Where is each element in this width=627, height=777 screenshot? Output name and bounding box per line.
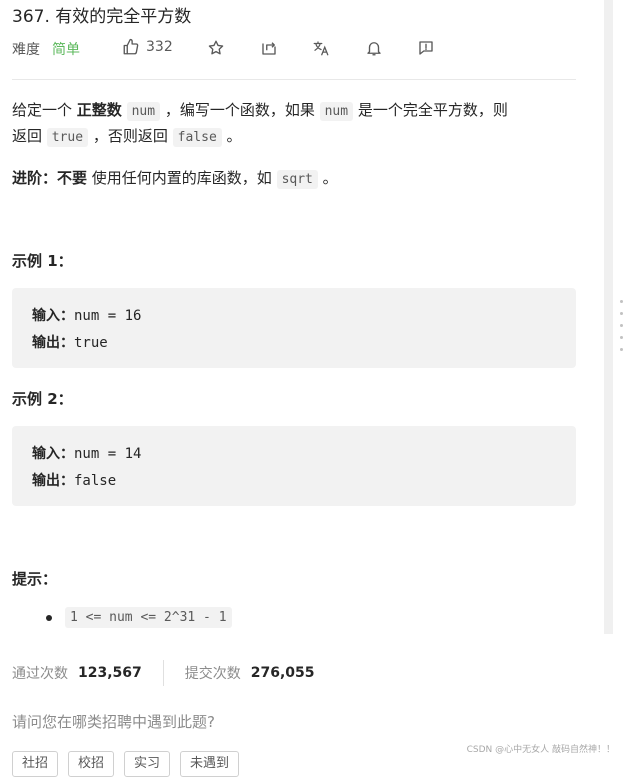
description-bold: 正整数 (76, 101, 122, 119)
scroll-handle-dots[interactable] (620, 300, 624, 360)
description-text: 。 (221, 127, 242, 145)
example-1-box: 输入：num = 16 输出：true (12, 288, 576, 368)
input-label: 输入： (32, 308, 74, 324)
thumbs-up-icon (122, 38, 140, 56)
watermark: CSDN @心中无女人 敲码自然神！！ (466, 745, 615, 755)
hint-code: 1 <= num <= 2^31 - 1 (65, 607, 232, 628)
advanced-strong: 不要 (57, 169, 88, 187)
example-1-heading: 示例 1： (12, 252, 73, 270)
description-text: 。 (317, 169, 338, 187)
difficulty-label: 难度 (12, 42, 40, 58)
output-label: 输出： (32, 473, 74, 489)
inline-code: num (319, 102, 354, 121)
divider (12, 79, 576, 80)
submitted-value: 276,055 (250, 665, 315, 681)
advanced-label: 进阶： (12, 169, 58, 187)
submission-stats: 通过次数 123,567 提交次数 276,055 (12, 660, 315, 686)
input-label: 输入： (32, 446, 74, 462)
problem-title: 367. 有效的完全平方数 (12, 7, 192, 27)
inline-code: true (46, 128, 89, 147)
advanced-note: 进阶：不要 使用任何内置的库函数，如 sqrt 。 (12, 165, 338, 193)
tag-social-recruit[interactable]: 社招 (12, 751, 59, 777)
description-text: 给定一个 (12, 101, 77, 119)
bullet-icon (46, 614, 52, 621)
input-value: num = 14 (74, 446, 142, 462)
difficulty-value: 简单 (52, 42, 80, 58)
inline-code: num (126, 102, 161, 121)
output-value: false (74, 473, 117, 489)
description-text: ，否则返回 (88, 127, 173, 145)
difficulty: 难度 简单 (12, 38, 80, 60)
stats-divider (162, 660, 164, 686)
inline-code: sqrt (276, 170, 318, 189)
example-2-box: 输入：num = 14 输出：false (12, 426, 576, 506)
star-icon[interactable] (206, 38, 226, 58)
like-button[interactable]: 332 (122, 38, 173, 56)
example-input: 输入：num = 14 (32, 443, 141, 463)
example-input: 输入：num = 16 (32, 305, 141, 325)
share-icon[interactable] (259, 38, 279, 58)
example-2-heading: 示例 2： (12, 390, 73, 408)
input-value: num = 16 (74, 308, 142, 324)
example-output: 输出：true (32, 332, 108, 352)
tag-internship[interactable]: 实习 (124, 751, 171, 777)
description-text: 是一个完全平方数，则 (353, 101, 508, 119)
translate-icon[interactable] (311, 38, 331, 58)
example-output: 输出：false (32, 470, 116, 490)
submitted-label: 提交次数 (184, 666, 241, 682)
description-text: ，编写一个函数，如果 (160, 101, 320, 119)
inline-code: false (172, 128, 222, 147)
description-text: 返回 (12, 127, 47, 145)
recruit-question: 请问您在哪类招聘中遇到此题? (12, 713, 215, 731)
description-line-1: 给定一个 正整数 num ，编写一个函数，如果 num 是一个完全平方数，则 (12, 97, 508, 125)
tag-not-met[interactable]: 未遇到 (180, 751, 240, 777)
bell-icon[interactable] (364, 38, 384, 58)
output-value: true (74, 335, 108, 351)
like-count: 332 (146, 39, 173, 55)
scrollbar-track[interactable] (604, 0, 613, 634)
tag-campus-recruit[interactable]: 校招 (68, 751, 115, 777)
hint-item: 1 <= num <= 2^31 - 1 (46, 607, 232, 628)
hints-heading: 提示： (12, 570, 58, 588)
accepted-label: 通过次数 (12, 666, 68, 682)
feedback-icon[interactable] (416, 38, 436, 58)
recruit-tags: 社招 校招 实习 未遇到 (12, 751, 240, 777)
output-label: 输出： (32, 335, 74, 351)
description-text: 使用任何内置的库函数，如 (87, 169, 277, 187)
description-line-2: 返回 true ，否则返回 false 。 (12, 123, 242, 151)
accepted-value: 123,567 (78, 665, 142, 681)
